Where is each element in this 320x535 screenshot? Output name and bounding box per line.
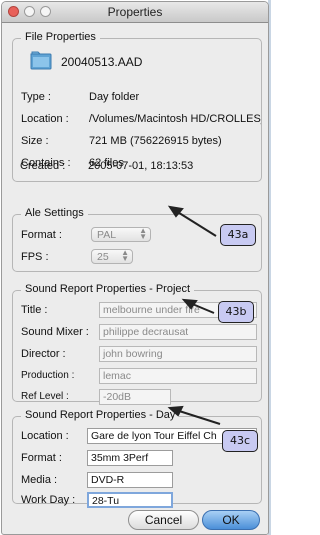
work-day-label: Work Day : bbox=[21, 494, 76, 506]
size-label: Size : bbox=[21, 135, 49, 147]
ale-fps-label: FPS : bbox=[21, 251, 49, 263]
popup-arrows-icon: ▲ ▼ bbox=[121, 248, 129, 263]
ale-format-popup[interactable]: PAL ▲ ▼ bbox=[91, 227, 151, 242]
ale-format-value: PAL bbox=[97, 229, 117, 241]
director-field[interactable]: john bowring bbox=[99, 346, 257, 362]
sound-project-legend: Sound Report Properties - Project bbox=[21, 283, 195, 295]
media-field[interactable]: DVD-R bbox=[87, 472, 173, 488]
callout-43a: 43a bbox=[220, 224, 256, 246]
ale-fps-popup[interactable]: 25 ▲ ▼ bbox=[91, 249, 133, 264]
location-value: /Volumes/Macintosh HD/CROLLES_.( bbox=[89, 113, 261, 125]
ok-button[interactable]: OK bbox=[202, 510, 260, 530]
folder-icon bbox=[30, 51, 52, 70]
properties-window: Properties File Properties 20040513.AAD … bbox=[1, 1, 269, 535]
cancel-button[interactable]: Cancel bbox=[128, 510, 199, 530]
production-label: Production : bbox=[21, 370, 75, 381]
media-label: Media : bbox=[21, 474, 58, 486]
ref-level-field[interactable]: -20dB bbox=[99, 389, 171, 405]
created-label: Created : bbox=[20, 160, 66, 172]
callout-43b: 43b bbox=[218, 301, 254, 323]
ale-format-label: Format : bbox=[21, 229, 62, 241]
director-label: Director : bbox=[21, 348, 66, 360]
sound-mixer-label: Sound Mixer : bbox=[21, 326, 89, 338]
project-title-label: Title : bbox=[21, 304, 48, 316]
sound-day-group: Sound Report Properties - Day Location :… bbox=[12, 409, 262, 508]
ref-level-label: Ref Level : bbox=[21, 391, 69, 402]
file-name: 20040513.AAD bbox=[61, 55, 143, 69]
production-field[interactable]: lemac bbox=[99, 368, 257, 384]
day-location-label: Location : bbox=[21, 430, 69, 442]
work-day-field[interactable]: 28-Tu bbox=[87, 492, 173, 508]
popup-arrows-icon: ▲ ▼ bbox=[139, 226, 147, 241]
day-format-field[interactable]: 35mm 3Perf bbox=[87, 450, 173, 466]
location-label: Location : bbox=[21, 113, 69, 125]
type-label: Type : bbox=[21, 91, 51, 103]
title-bar[interactable]: Properties bbox=[2, 2, 268, 23]
callout-43c: 43c bbox=[222, 430, 258, 452]
window-title: Properties bbox=[107, 5, 163, 19]
day-format-label: Format : bbox=[21, 452, 62, 464]
type-value: Day folder bbox=[89, 91, 140, 103]
ale-fps-value: 25 bbox=[97, 251, 109, 263]
created-value: 2005-07-01, 18:13:53 bbox=[88, 160, 194, 172]
size-value: 721 MB (756226915 bytes) bbox=[89, 135, 222, 147]
ale-settings-legend: Ale Settings bbox=[21, 207, 88, 219]
sound-day-legend: Sound Report Properties - Day bbox=[21, 409, 180, 421]
file-properties-legend: File Properties bbox=[21, 31, 100, 43]
sound-mixer-field[interactable]: philippe decrausat bbox=[99, 324, 257, 340]
